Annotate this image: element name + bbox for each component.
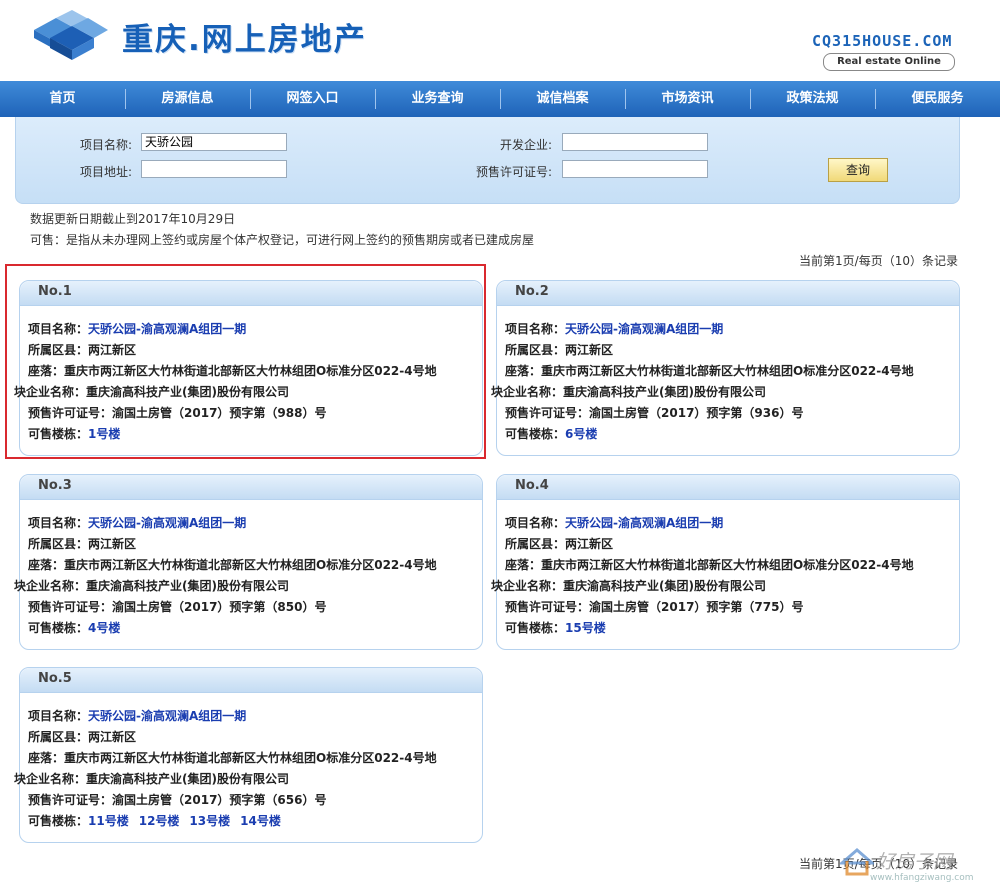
nav-item-online-signing[interactable]: 网签入口 [250,81,375,117]
site-title: 重庆.网上房地产 [122,22,367,58]
district-label: 所属区县： [505,343,566,357]
developer-label: 块企业名称： [14,579,87,593]
permit-value: 渝国土房管（2017）预字第（850）号 [112,600,327,614]
project-label: 项目名称： [505,516,566,530]
buildings-label: 可售楼栋： [28,814,89,828]
building-link[interactable]: 13号楼 [189,814,230,828]
record-card: No.3 项目名称：天骄公园-渝高观澜A组团一期 所属区县：两江新区 座落：重庆… [14,474,483,650]
building-link[interactable]: 11号楼 [88,814,129,828]
district-value: 两江新区 [565,343,614,357]
district-value: 两江新区 [88,537,137,551]
buildings-label: 可售楼栋： [28,621,89,635]
developer-input[interactable] [562,133,708,151]
query-button[interactable]: 查询 [828,158,888,182]
location-label: 座落： [505,558,542,572]
location-value: 重庆市两江新区大竹林街道北部新区大竹林组团O标准分区022-4号地 [64,558,437,572]
developer-label: 块企业名称： [14,772,87,786]
nav-item-listings[interactable]: 房源信息 [125,81,250,117]
developer-label: 块企业名称： [491,579,564,593]
update-date-note: 数据更新日期截止到2017年10月29日 [30,212,236,226]
location-value: 重庆市两江新区大竹林街道北部新区大竹林组团O标准分区022-4号地 [541,364,914,378]
highlight-box [5,264,486,459]
permit-label: 预售许可证号： [505,600,590,614]
watermark-url: www.hfangziwang.com [870,873,974,883]
developer-label: 开发企业: [499,138,552,152]
permit-value: 渝国土房管（2017）预字第（936）号 [589,406,804,420]
available-definition-note: 可售：是指从未办理网上签约或房屋个体产权登记，可进行网上签约的预售期房或者已建成… [30,233,535,247]
watermark-text: 好房子网 [876,851,953,873]
permit-label: 预售许可证号： [28,793,113,807]
developer-label: 块企业名称： [491,385,564,399]
developer-value: 重庆渝高科技产业(集团)股份有限公司 [86,579,289,593]
nav-item-services[interactable]: 便民服务 [875,81,1000,117]
buildings-label: 可售楼栋： [505,621,566,635]
district-label: 所属区县： [28,730,89,744]
building-link[interactable]: 12号楼 [139,814,180,828]
permit-value: 渝国土房管（2017）预字第（656）号 [112,793,327,807]
permit-label: 预售许可证号： [28,600,113,614]
district-value: 两江新区 [88,730,137,744]
location-value: 重庆市两江新区大竹林街道北部新区大竹林组团O标准分区022-4号地 [541,558,914,572]
record-card: No.5 项目名称：天骄公园-渝高观澜A组团一期 所属区县：两江新区 座落：重庆… [14,667,483,843]
permit-value: 渝国土房管（2017）预字第（775）号 [589,600,804,614]
location-label: 座落： [28,751,65,765]
permit-label: 预售许可证号： [505,406,590,420]
district-label: 所属区县： [505,537,566,551]
page-info-top: 当前第1页/每页（10）条记录 [799,254,958,268]
nav-item-home[interactable]: 首页 [0,81,125,117]
nav-item-credit-records[interactable]: 诚信档案 [500,81,625,117]
permit-label: 预售许可证号: [475,165,552,179]
project-name-input[interactable] [141,133,287,151]
project-name-label: 项目名称: [79,138,132,152]
address-input[interactable] [141,160,287,178]
location-label: 座落： [28,558,65,572]
district-value: 两江新区 [565,537,614,551]
developer-value: 重庆渝高科技产业(集团)股份有限公司 [563,579,766,593]
building-link[interactable]: 14号楼 [240,814,281,828]
location-value: 重庆市两江新区大竹林街道北部新区大竹林组团O标准分区022-4号地 [64,751,437,765]
search-panel: 项目名称: 开发企业: 项目地址: 预售许可证号: 查询 [15,117,960,204]
project-link[interactable]: 天骄公园-渝高观澜A组团一期 [565,322,723,336]
project-label: 项目名称： [28,709,89,723]
developer-value: 重庆渝高科技产业(集团)股份有限公司 [86,772,289,786]
building-link[interactable]: 6号楼 [565,427,597,441]
record-card: No.2 项目名称：天骄公园-渝高观澜A组团一期 所属区县：两江新区 座落：重庆… [491,280,960,456]
nav-item-market-news[interactable]: 市场资讯 [625,81,750,117]
project-link[interactable]: 天骄公园-渝高观澜A组团一期 [88,516,246,530]
location-label: 座落： [505,364,542,378]
project-link[interactable]: 天骄公园-渝高观澜A组团一期 [565,516,723,530]
site-header: 重庆.网上房地产 CQ315HOUSE.COM Real estate Onli… [0,0,1000,80]
project-label: 项目名称： [505,322,566,336]
permit-input[interactable] [562,160,708,178]
house-icon [840,848,874,876]
record-card: No.4 项目名称：天骄公园-渝高观澜A组团一期 所属区县：两江新区 座落：重庆… [491,474,960,650]
project-link[interactable]: 天骄公园-渝高观澜A组团一期 [88,709,246,723]
building-link[interactable]: 15号楼 [565,621,606,635]
project-label: 项目名称： [28,516,89,530]
brand-tagline: Real estate Online [823,53,955,71]
nav-item-policy[interactable]: 政策法规 [750,81,875,117]
record-number: No.3 [20,475,482,500]
developer-value: 重庆渝高科技产业(集团)股份有限公司 [563,385,766,399]
address-label: 项目地址: [79,165,132,179]
record-number: No.2 [497,281,959,306]
record-number: No.4 [497,475,959,500]
building-link[interactable]: 4号楼 [88,621,120,635]
watermark: 好房子网 www.hfangziwang.com [840,845,980,889]
record-number: No.5 [20,668,482,693]
site-logo-icon[interactable] [28,10,110,66]
buildings-label: 可售楼栋： [505,427,566,441]
district-label: 所属区县： [28,537,89,551]
main-nav: 首页 房源信息 网签入口 业务查询 诚信档案 市场资讯 政策法规 便民服务 [0,81,1000,117]
brand-domain: CQ315HOUSE.COM [812,32,953,50]
nav-item-business-query[interactable]: 业务查询 [375,81,500,117]
